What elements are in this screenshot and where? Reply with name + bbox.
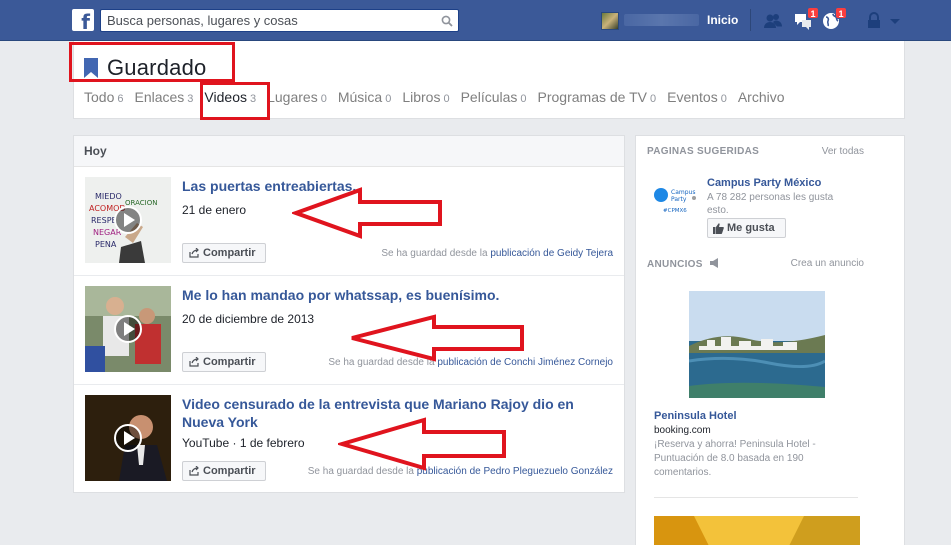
annotation-box-videos-tab bbox=[200, 82, 270, 120]
svg-text:PENA: PENA bbox=[95, 240, 117, 249]
video-thumbnail[interactable] bbox=[85, 286, 171, 372]
account-menu-chevron-down-icon[interactable] bbox=[888, 11, 908, 31]
saved-filter-tabs: Todo 6 Enlaces 3 Videos 3 Lugares 0 Música 0 … bbox=[84, 89, 796, 105]
tab-label: Archivo bbox=[737, 89, 785, 105]
tab-count: 0 bbox=[520, 93, 527, 105]
profile-avatar[interactable] bbox=[601, 12, 619, 30]
item-date: 20 de diciembre de 2013 bbox=[182, 312, 315, 326]
create-ad-link[interactable]: Crea un anuncio bbox=[791, 258, 864, 269]
tab-label: Todo bbox=[84, 89, 115, 105]
item-source-date: YouTube · 1 de febrero bbox=[182, 436, 305, 450]
suggested-pages-heading: PAGINAS SUGERIDAS bbox=[647, 146, 760, 157]
saved-prefix: Se ha guardad desde la bbox=[381, 248, 488, 259]
friend-requests-icon[interactable] bbox=[763, 11, 783, 31]
item-date: 21 de enero bbox=[182, 203, 247, 217]
thumbs-up-icon bbox=[713, 222, 724, 234]
section-header-today: Hoy bbox=[74, 136, 624, 167]
saved-from-text: Se ha guardad desde la publicación de Ge… bbox=[381, 248, 613, 259]
notifications-badge: 1 bbox=[835, 7, 847, 19]
tab-count: 6 bbox=[117, 93, 124, 105]
logo-text-1: Campus bbox=[671, 189, 695, 196]
tab-count: 3 bbox=[187, 93, 194, 105]
ad-domain[interactable]: booking.com bbox=[654, 425, 711, 436]
tab-count: 0 bbox=[320, 93, 327, 105]
annotation-arrow-left bbox=[338, 417, 506, 471]
home-link[interactable]: Inicio bbox=[707, 13, 738, 27]
svg-text:NEGAR: NEGAR bbox=[93, 228, 122, 237]
tab-label: Películas bbox=[460, 89, 518, 105]
tab-count: 0 bbox=[443, 93, 450, 105]
like-label: Me gusta bbox=[727, 222, 775, 234]
ad-title-link[interactable]: Peninsula Hotel bbox=[654, 410, 737, 422]
share-label: Compartir bbox=[203, 356, 256, 368]
share-button[interactable]: Compartir bbox=[182, 243, 266, 263]
campus-party-logo[interactable]: Campus Party #CPMX6 bbox=[654, 185, 704, 215]
search-icon[interactable] bbox=[436, 10, 458, 31]
share-icon bbox=[189, 248, 199, 258]
annotation-box-title bbox=[69, 42, 235, 82]
tab-label: Lugares bbox=[267, 89, 318, 105]
share-label: Compartir bbox=[203, 247, 256, 259]
messages-icon[interactable]: 1 bbox=[793, 7, 819, 31]
tab-peliculas[interactable]: Películas 0 bbox=[461, 89, 527, 105]
tab-label: Programas de TV bbox=[537, 89, 647, 105]
tab-enlaces[interactable]: Enlaces 3 bbox=[134, 89, 193, 105]
suggested-page-likes: A 78 282 personas les gusta esto. bbox=[707, 192, 834, 216]
facebook-logo-icon[interactable]: f bbox=[72, 9, 94, 31]
tab-label: Enlaces bbox=[134, 89, 185, 105]
tab-label: Eventos bbox=[667, 89, 718, 105]
tab-archivo[interactable]: Archivo bbox=[738, 89, 785, 105]
share-label: Compartir bbox=[203, 465, 256, 477]
ads-heading-text: ANUNCIOS bbox=[647, 259, 703, 270]
right-sidebar: PAGINAS SUGERIDAS Ver todas Campus Party… bbox=[635, 135, 905, 545]
tab-count: 0 bbox=[720, 93, 727, 105]
tab-eventos[interactable]: Eventos 0 bbox=[667, 89, 727, 105]
tab-count: 0 bbox=[385, 93, 392, 105]
svg-text:MIEDO: MIEDO bbox=[95, 192, 122, 201]
ad-description: ¡Reserva y ahorra! Peninsula Hotel - Pun… bbox=[654, 439, 816, 478]
see-all-link[interactable]: Ver todas bbox=[822, 146, 864, 157]
ads-heading: ANUNCIOS bbox=[647, 258, 721, 270]
privacy-shortcuts-icon[interactable] bbox=[864, 11, 884, 31]
profile-name-blurred[interactable] bbox=[624, 14, 699, 26]
top-navigation-bar: f Inicio 1 1 bbox=[0, 0, 951, 41]
tab-programas-tv[interactable]: Programas de TV 0 bbox=[538, 89, 657, 105]
share-icon bbox=[189, 466, 199, 476]
tab-count: 0 bbox=[649, 93, 657, 105]
share-button[interactable]: Compartir bbox=[182, 461, 266, 481]
svg-text:ORACION: ORACION bbox=[125, 199, 157, 207]
annotation-arrow-left bbox=[292, 187, 442, 239]
like-page-button[interactable]: Me gusta bbox=[707, 218, 786, 238]
topbar-divider bbox=[750, 9, 751, 31]
ad-image-second[interactable] bbox=[654, 516, 860, 545]
video-thumbnail[interactable] bbox=[85, 395, 171, 481]
notifications-globe-icon[interactable]: 1 bbox=[821, 7, 847, 31]
suggested-page-name-link[interactable]: Campus Party México bbox=[707, 177, 821, 189]
search-box bbox=[100, 9, 459, 32]
tab-libros[interactable]: Libros 0 bbox=[402, 89, 449, 105]
messages-badge: 1 bbox=[807, 7, 819, 19]
tab-lugares[interactable]: Lugares 0 bbox=[267, 89, 327, 105]
logo-text-2: Party bbox=[671, 196, 687, 203]
tab-musica[interactable]: Música 0 bbox=[338, 89, 391, 105]
search-input[interactable] bbox=[101, 13, 436, 28]
logo-tag: #CPMX6 bbox=[663, 208, 687, 214]
ad-divider bbox=[654, 497, 858, 498]
item-title-link[interactable]: Me lo han mandao por whatssap, es buenís… bbox=[182, 286, 612, 304]
annotation-arrow-left bbox=[351, 314, 524, 362]
tab-label: Música bbox=[337, 89, 383, 105]
megaphone-icon bbox=[709, 258, 718, 268]
ad-image[interactable] bbox=[689, 291, 825, 398]
tab-todo[interactable]: Todo 6 bbox=[84, 89, 123, 105]
source-post-link[interactable]: publicación de Geidy Tejera bbox=[490, 248, 613, 259]
video-thumbnail[interactable]: MIEDO ACOMOD ORACION RESPE NEGAR PENA bbox=[85, 177, 171, 263]
share-button[interactable]: Compartir bbox=[182, 352, 266, 372]
svg-text:RESPE: RESPE bbox=[91, 216, 117, 225]
share-icon bbox=[189, 357, 199, 367]
tab-label: Libros bbox=[402, 89, 441, 105]
